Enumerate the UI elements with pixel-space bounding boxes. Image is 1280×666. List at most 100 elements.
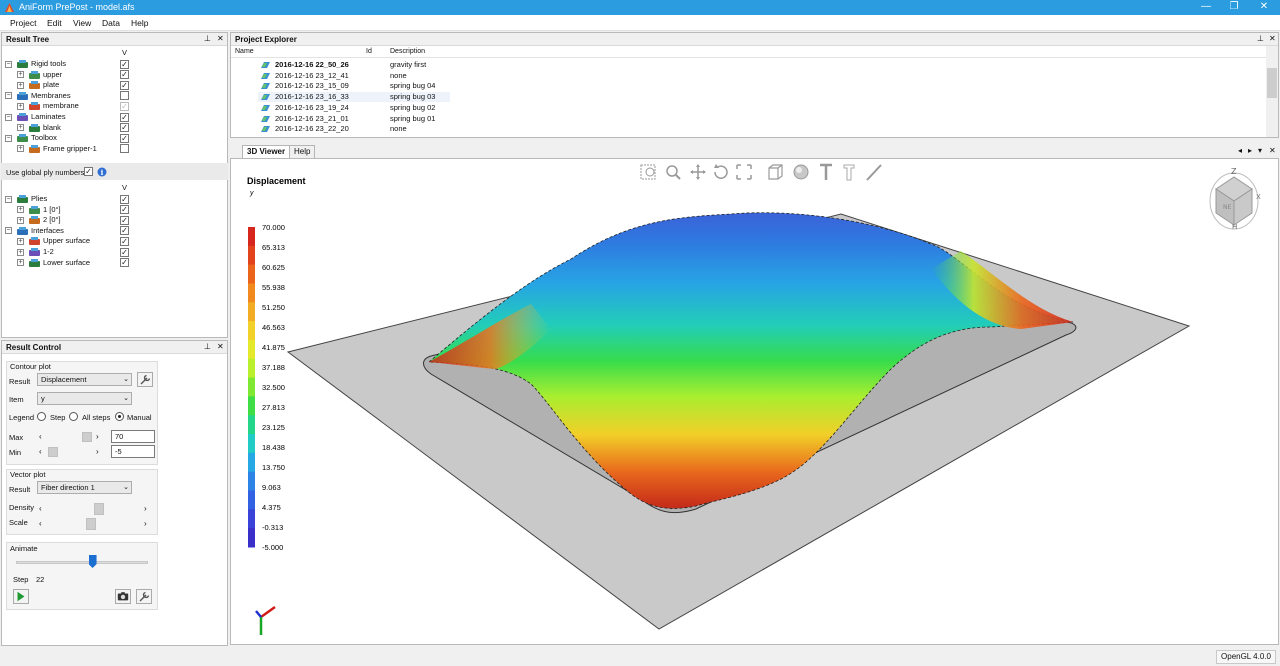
plies-tree-item-4[interactable]: Upper surface [43,236,90,246]
max-slider-left-arrow[interactable]: ‹ [39,432,42,441]
plies-tree-visibility-checkbox-1[interactable]: ✓ [120,205,129,215]
result-tree-item-3[interactable]: Membranes [31,91,71,101]
project-row-name[interactable]: 2016-12-16 22_50_26 [275,60,349,70]
result-tree-expander-8[interactable]: + [17,145,24,153]
zoom-fit-icon[interactable] [640,164,656,180]
result-tree-visibility-checkbox-7[interactable]: ✓ [120,133,129,143]
density-slider-thumb[interactable] [94,503,104,515]
plies-tree-expander-6[interactable]: + [17,259,24,267]
plies-tree-item-2[interactable]: 2 [0°] [43,215,61,225]
column-header-id[interactable]: Id [366,48,372,55]
menu-data[interactable]: Data [102,18,120,28]
viewer-canvas[interactable]: Displacement y 70.000 65.313 60.625 55.938 5… [231,159,1279,645]
result-tree-visibility-checkbox-8[interactable] [120,144,129,154]
project-row-name[interactable]: 2016-12-16 23_12_41 [275,71,349,81]
project-row-name[interactable]: 2016-12-16 23_19_24 [275,103,349,113]
zoom-icon[interactable] [666,165,681,180]
result-tree-expander-0[interactable]: − [5,60,12,68]
result-tree-item-5[interactable]: Laminates [31,112,66,122]
rotate-icon[interactable] [714,164,728,179]
close-tab-icon[interactable]: ✕ [1269,146,1276,155]
plies-tree-visibility-checkbox-2[interactable]: ✓ [120,215,129,225]
min-slider-left-arrow[interactable]: ‹ [39,447,42,456]
result-tree-expander-6[interactable]: + [17,124,24,132]
plies-tree-item-6[interactable]: Lower surface [43,258,90,268]
result-tree-expander-7[interactable]: − [5,134,12,142]
plies-tree-visibility-checkbox-0[interactable]: ✓ [120,194,129,204]
result-tree-item-8[interactable]: Frame gripper-1 [43,144,97,154]
result-tree-item-2[interactable]: plate [43,80,59,90]
result-tree-item-4[interactable]: membrane [43,101,79,111]
plies-tree-item-3[interactable]: Interfaces [31,226,64,236]
result-tree-visibility-checkbox-4[interactable]: ✓ [120,101,129,111]
project-explorer-scrollbar[interactable] [1266,46,1278,137]
result-tree-visibility-checkbox-6[interactable]: ✓ [120,123,129,133]
close-panel-button[interactable]: ✕ [1269,34,1276,43]
measure-icon[interactable] [866,164,882,181]
legend-manual-radio[interactable] [115,412,124,421]
min-slider-right-arrow[interactable]: › [96,447,99,456]
plies-tree-expander-0[interactable]: − [5,195,12,203]
close-window-button[interactable]: ✕ [1250,0,1278,15]
plies-tree-visibility-checkbox-5[interactable]: ✓ [120,247,129,257]
vector-result-select[interactable]: Fiber direction 1 ⌄ [37,481,132,494]
plies-tree-expander-3[interactable]: − [5,227,12,235]
result-tree-item-0[interactable]: Rigid tools [31,59,66,69]
column-header-description[interactable]: Description [390,48,425,55]
plies-tree-item-5[interactable]: 1-2 [43,247,54,257]
tab-list-icon[interactable]: ▾ [1258,146,1262,155]
wrench-settings-button[interactable] [137,372,153,387]
scrollbar-thumb[interactable] [1267,68,1277,98]
result-tree-expander-2[interactable]: + [17,81,24,89]
animate-settings-button[interactable] [136,589,152,604]
pin-icon[interactable]: ⊥ [1257,34,1264,43]
result-tree-expander-3[interactable]: − [5,92,12,100]
orientation-cube[interactable]: Z Н NE X [1209,167,1261,231]
column-header-name[interactable]: Name [235,48,254,55]
project-row-description[interactable]: spring bug 02 [390,103,435,113]
plies-tree-expander-2[interactable]: + [17,216,24,224]
plies-tree-visibility-checkbox-6[interactable]: ✓ [120,258,129,268]
min-input[interactable]: -5 [111,445,155,458]
project-row-description[interactable]: gravity first [390,60,426,70]
sphere-render-icon[interactable] [793,164,809,180]
result-select[interactable]: Displacement ⌄ [37,373,132,386]
tab-help[interactable]: Help [289,145,316,158]
result-tree-item-6[interactable]: blank [43,123,61,133]
result-tree-visibility-checkbox-5[interactable]: ✓ [120,112,129,122]
scale-slider-left-arrow[interactable]: ‹ [39,519,42,528]
minimize-button[interactable]: — [1192,0,1220,15]
plies-tree-visibility-checkbox-4[interactable]: ✓ [120,236,129,246]
scale-slider-thumb[interactable] [86,518,96,530]
max-slider-thumb[interactable] [82,432,92,442]
project-row-name[interactable]: 2016-12-16 23_16_33 [275,92,349,102]
fit-all-icon[interactable] [736,164,752,180]
result-tree-item-7[interactable]: Toolbox [31,133,57,143]
project-row-description[interactable]: none [390,71,407,81]
3d-viewer[interactable]: Displacement y 70.000 65.313 60.625 55.938 5… [230,158,1279,645]
plies-tree-item-1[interactable]: 1 [0°] [43,205,61,215]
result-tree-expander-4[interactable]: + [17,102,24,110]
menu-project[interactable]: Project [10,18,36,28]
project-row-description[interactable]: spring bug 01 [390,114,435,124]
result-tree-visibility-checkbox-2[interactable]: ✓ [120,80,129,90]
close-panel-button[interactable]: ✕ [217,34,224,43]
menu-help[interactable]: Help [131,18,148,28]
text-tool-icon[interactable] [820,163,832,180]
pin-icon[interactable]: ⊥ [204,34,211,43]
result-tree-item-1[interactable]: upper [43,70,62,80]
project-row-name[interactable]: 2016-12-16 23_22_20 [275,124,349,134]
result-tree-visibility-checkbox-0[interactable]: ✓ [120,59,129,69]
text-outline-icon[interactable] [843,164,855,181]
min-slider-thumb[interactable] [48,447,58,457]
plies-tree-expander-4[interactable]: + [17,237,24,245]
project-row-description[interactable]: spring bug 03 [390,92,435,102]
project-row-name[interactable]: 2016-12-16 23_21_01 [275,114,349,124]
menu-view[interactable]: View [73,18,91,28]
max-input[interactable]: 70 [111,430,155,443]
max-slider-right-arrow[interactable]: › [96,432,99,441]
box-view-icon[interactable] [768,164,783,180]
snapshot-button[interactable] [115,589,131,604]
tab-3d-viewer[interactable]: 3D Viewer [242,145,291,159]
legend-step-radio[interactable] [37,412,46,421]
